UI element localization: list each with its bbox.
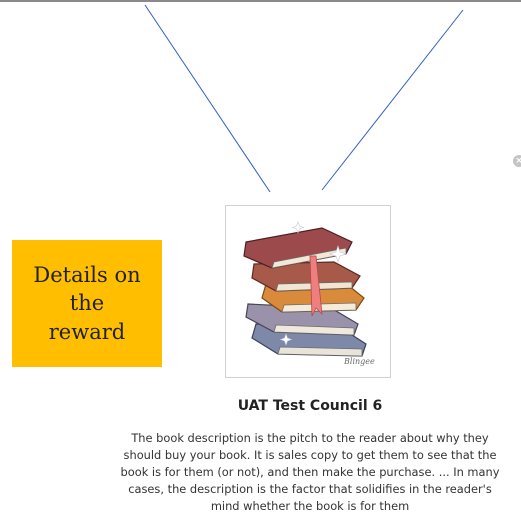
image-signature: Blingee (343, 357, 375, 366)
close-icon[interactable]: × (513, 155, 521, 167)
connector-line-right (321, 9, 464, 191)
reward-description: The book description is the pitch to the… (120, 431, 500, 514)
reward-image: Blingee (225, 205, 391, 378)
stack-of-books-icon: Blingee (243, 221, 375, 366)
callout-connector (144, 4, 464, 193)
connector-line-left (144, 4, 271, 193)
reward-details-callout: Details on the reward (12, 240, 162, 367)
reward-title: UAT Test Council 6 (237, 398, 383, 414)
callout-text: Details on the reward (33, 262, 141, 344)
